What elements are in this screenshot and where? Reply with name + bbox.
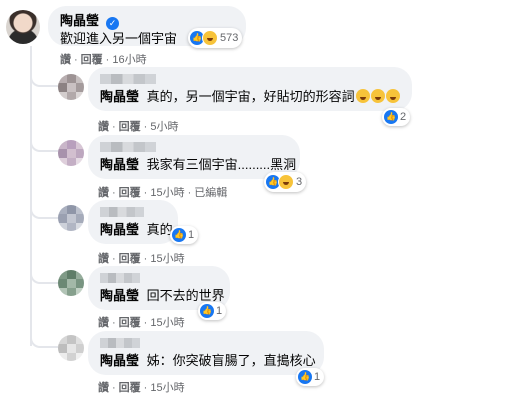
reply-connector [30,69,58,87]
reply-text: 回不去的世界 [146,288,225,303]
reply-bubble: 陶晶瑩 真的，另一個宇宙，好貼切的形容詞 [88,67,412,111]
reply-text: 真的，另一個宇宙，好貼切的形容詞 [146,89,355,104]
reply-actions: 讚 · 回覆 · 15小時 [98,253,185,265]
edited-label[interactable]: 已編輯 [194,187,227,199]
reply-button[interactable]: 回覆 [81,54,103,66]
reaction-count: 1 [314,371,321,383]
reply-author[interactable]: 陶晶瑩 [100,89,139,104]
like-button[interactable]: 讚 [98,121,109,133]
timestamp[interactable]: 5小時 [150,121,178,133]
reply-author[interactable]: 陶晶瑩 [100,288,139,303]
reaction-count: 3 [296,176,303,188]
haha-reaction-icon [202,30,218,46]
reply-reactions[interactable]: 👍 2 [382,108,411,126]
reply-author[interactable]: 陶晶瑩 [100,157,139,172]
reaction-count: 2 [400,111,407,123]
reply-reactions[interactable]: 👍 3 [264,172,307,192]
reply-reactions[interactable]: 👍 1 [296,368,325,386]
blurred-name [100,273,140,283]
blurred-name [100,338,140,348]
like-reaction-icon: 👍 [200,304,214,318]
like-reaction-icon: 👍 [172,228,186,242]
reply-text: 真的 [146,222,173,237]
reply-text: 我家有三個宇宙.........黑洞 [146,157,297,172]
blurred-name [100,74,156,84]
reply-actions: 讚 · 回覆 · 15小時 [98,382,185,394]
reaction-count: 573 [220,32,239,44]
reply-bubble: 陶晶瑩 姊：你突破盲腸了，直搗核心 [88,331,324,375]
haha-reaction-icon [278,174,294,190]
reply-connector [30,201,58,219]
like-reaction-icon: 👍 [298,370,312,384]
reply-button[interactable]: 回覆 [119,317,141,329]
main-actions: 讚 · 回覆 · 16小時 [60,54,147,66]
timestamp[interactable]: 15小時 [150,317,184,329]
reply-author[interactable]: 陶晶瑩 [100,353,139,368]
reply-button[interactable]: 回覆 [119,121,141,133]
timestamp[interactable]: 16小時 [112,54,146,66]
reply-avatar[interactable] [58,270,84,296]
reply-button[interactable]: 回覆 [119,382,141,394]
like-button[interactable]: 讚 [98,187,109,199]
reply-reactions[interactable]: 👍 1 [198,302,227,320]
reply-reactions[interactable]: 👍 1 [170,226,199,244]
reply-actions: 讚 · 回覆 · 15小時 · 已編輯 [98,187,228,199]
laughing-emoji-icon [385,89,400,103]
comment-author[interactable]: 陶晶瑩 [60,13,99,28]
reaction-count: 1 [188,229,195,241]
reply-avatar[interactable] [58,74,84,100]
like-reaction-icon: 👍 [384,110,398,124]
reply-avatar[interactable] [58,335,84,361]
reply-button[interactable]: 回覆 [119,253,141,265]
reply-connector [30,134,58,152]
timestamp[interactable]: 15小時 [150,382,184,394]
reply-avatar[interactable] [58,140,84,166]
reply-button[interactable]: 回覆 [119,187,141,199]
reply-actions: 讚 · 回覆 · 15小時 [98,317,185,329]
like-button[interactable]: 讚 [60,54,71,66]
timestamp[interactable]: 15小時 [150,253,184,265]
thread-line [30,46,32,346]
like-button[interactable]: 讚 [98,253,109,265]
timestamp[interactable]: 15小時 [150,187,184,199]
reply-actions: 讚 · 回覆 · 5小時 [98,121,179,133]
blurred-name [100,207,144,217]
reaction-count: 1 [216,305,223,317]
main-reactions[interactable]: 👍 573 [188,28,243,48]
laughing-emoji-icon [355,89,370,103]
reply-text: 姊：你突破盲腸了，直搗核心 [146,353,316,368]
reply-connector [30,266,58,284]
reply-author[interactable]: 陶晶瑩 [100,222,139,237]
reply-bubble: 陶晶瑩 真的 [88,200,178,244]
reply-connector [30,330,58,348]
like-button[interactable]: 讚 [98,382,109,394]
laughing-emoji-icon [370,89,385,103]
reply-avatar[interactable] [58,205,84,231]
blurred-name [100,142,156,152]
verified-badge-icon: ✓ [106,17,120,30]
comment-text: 歡迎進入另一個宇宙 [60,31,178,46]
author-avatar[interactable] [6,10,40,44]
like-button[interactable]: 讚 [98,317,109,329]
